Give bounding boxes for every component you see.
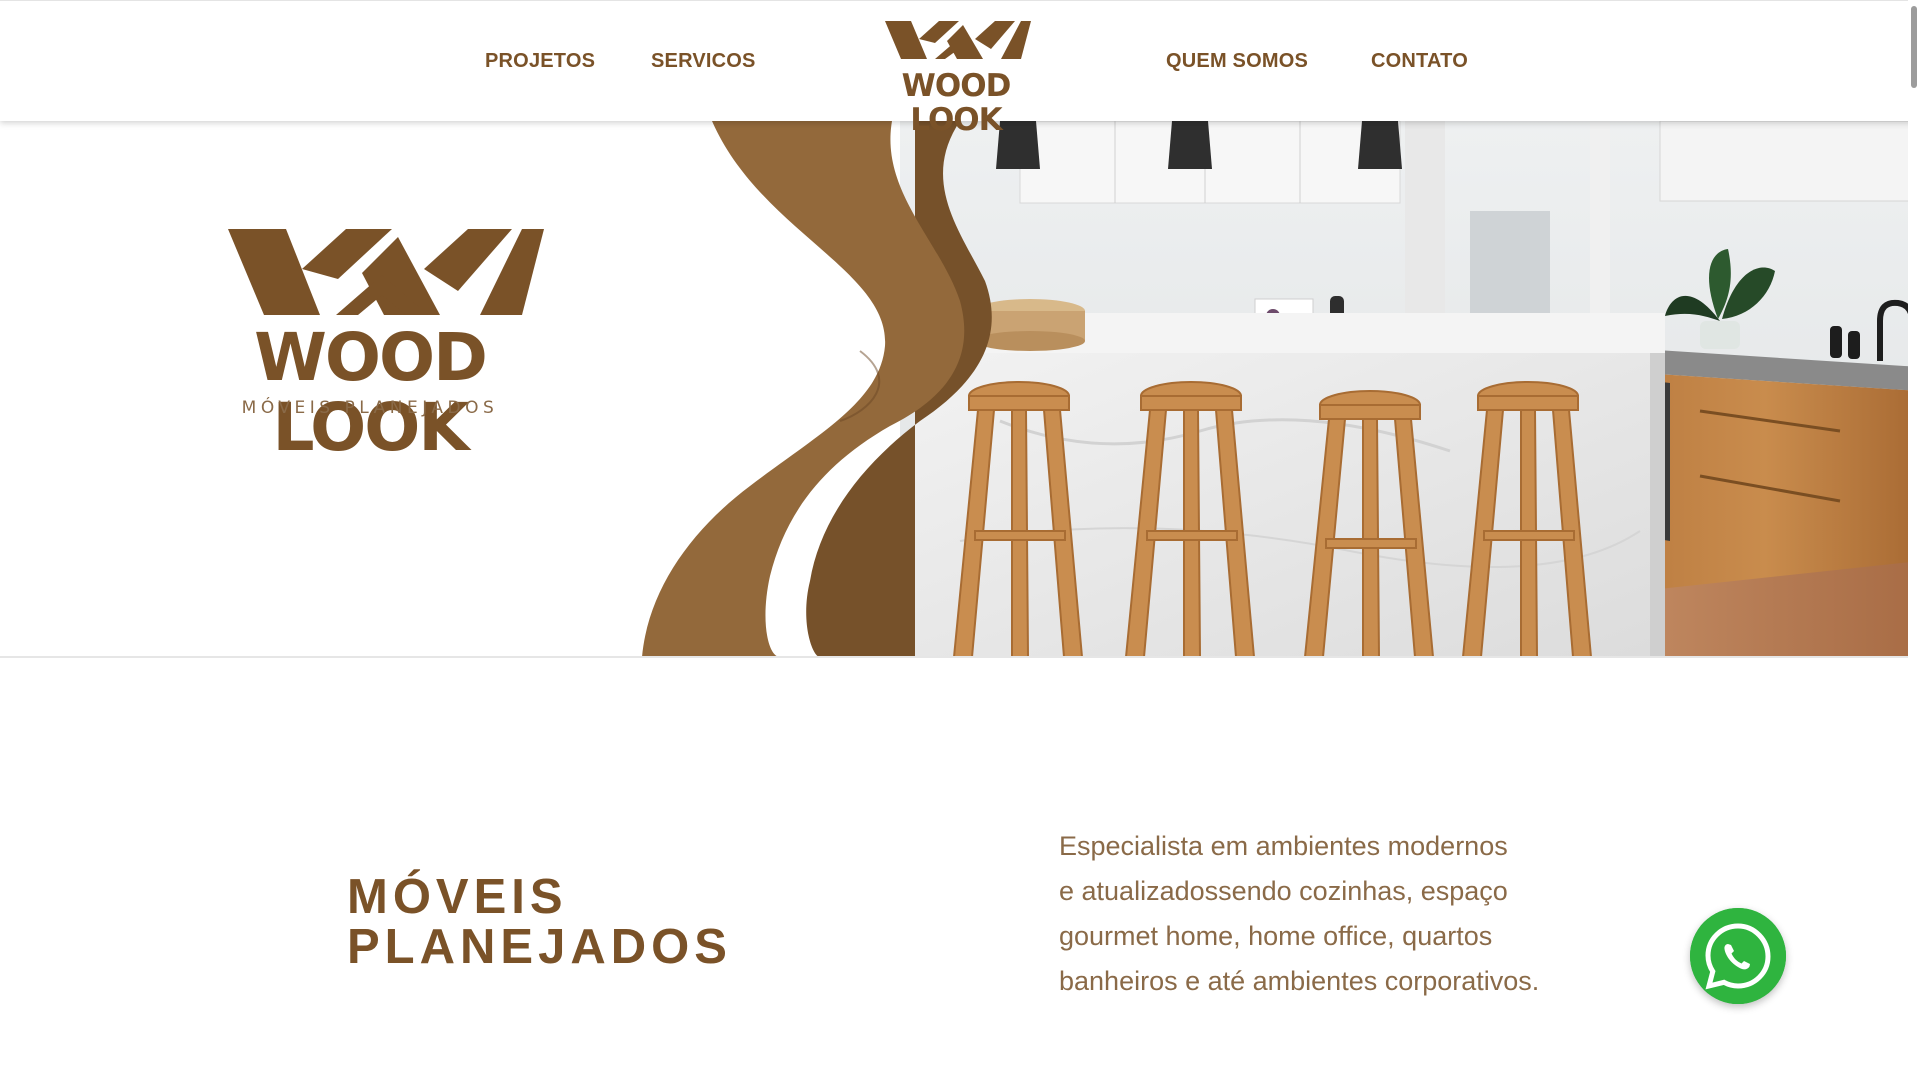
header-logo[interactable]: WOOD LOOK (855, 19, 1057, 137)
header-logo-text: WOOD LOOK (901, 68, 1012, 138)
description-line: Especialista em ambientes modernos (1059, 831, 1508, 861)
hero-banner: WOOD LOOK MÓVEIS PLANEJADOS (0, 121, 1920, 657)
description-line: banheiros e até ambientes corporativos. (1059, 966, 1540, 996)
description-line: gourmet home, home office, quartos (1059, 921, 1493, 951)
nav-link-quem-somos[interactable]: QUEM SOMOS (1166, 50, 1308, 73)
description-line: e atualizadossendo cozinhas, espaço (1059, 876, 1508, 906)
scrollbar-track[interactable] (1908, 0, 1920, 1080)
hero-brand-text: WOOD LOOK (254, 319, 488, 466)
nav-link-contato[interactable]: CONTATO (1371, 50, 1468, 73)
section-heading-line: MÓVEIS (347, 870, 568, 924)
section-description: Especialista em ambientes modernos e atu… (1059, 824, 1619, 1004)
scrollbar-thumb[interactable] (1911, 6, 1917, 88)
hero-logo: WOOD LOOK MÓVEIS PLANEJADOS (160, 225, 580, 463)
section-heading-line: PLANEJADOS (347, 920, 732, 974)
hero-tagline: MÓVEIS PLANEJADOS (241, 398, 499, 418)
nav-link-servicos[interactable]: SERVICOS (651, 50, 756, 73)
whatsapp-button[interactable] (1690, 908, 1786, 1004)
section-heading: MÓVEIS PLANEJADOS (347, 872, 732, 972)
whatsapp-icon (1690, 908, 1786, 1004)
nav-link-projetos[interactable]: PROJETOS (485, 50, 595, 73)
hero-divider (0, 656, 1920, 658)
site-header: PROJETOS SERVICOS WOOD LOOK QUEM SOMOS C… (0, 0, 1920, 137)
w-crown-icon (885, 21, 1031, 59)
w-crown-icon (228, 229, 544, 315)
page: PROJETOS SERVICOS WOOD LOOK QUEM SOMOS C… (0, 0, 1920, 1080)
